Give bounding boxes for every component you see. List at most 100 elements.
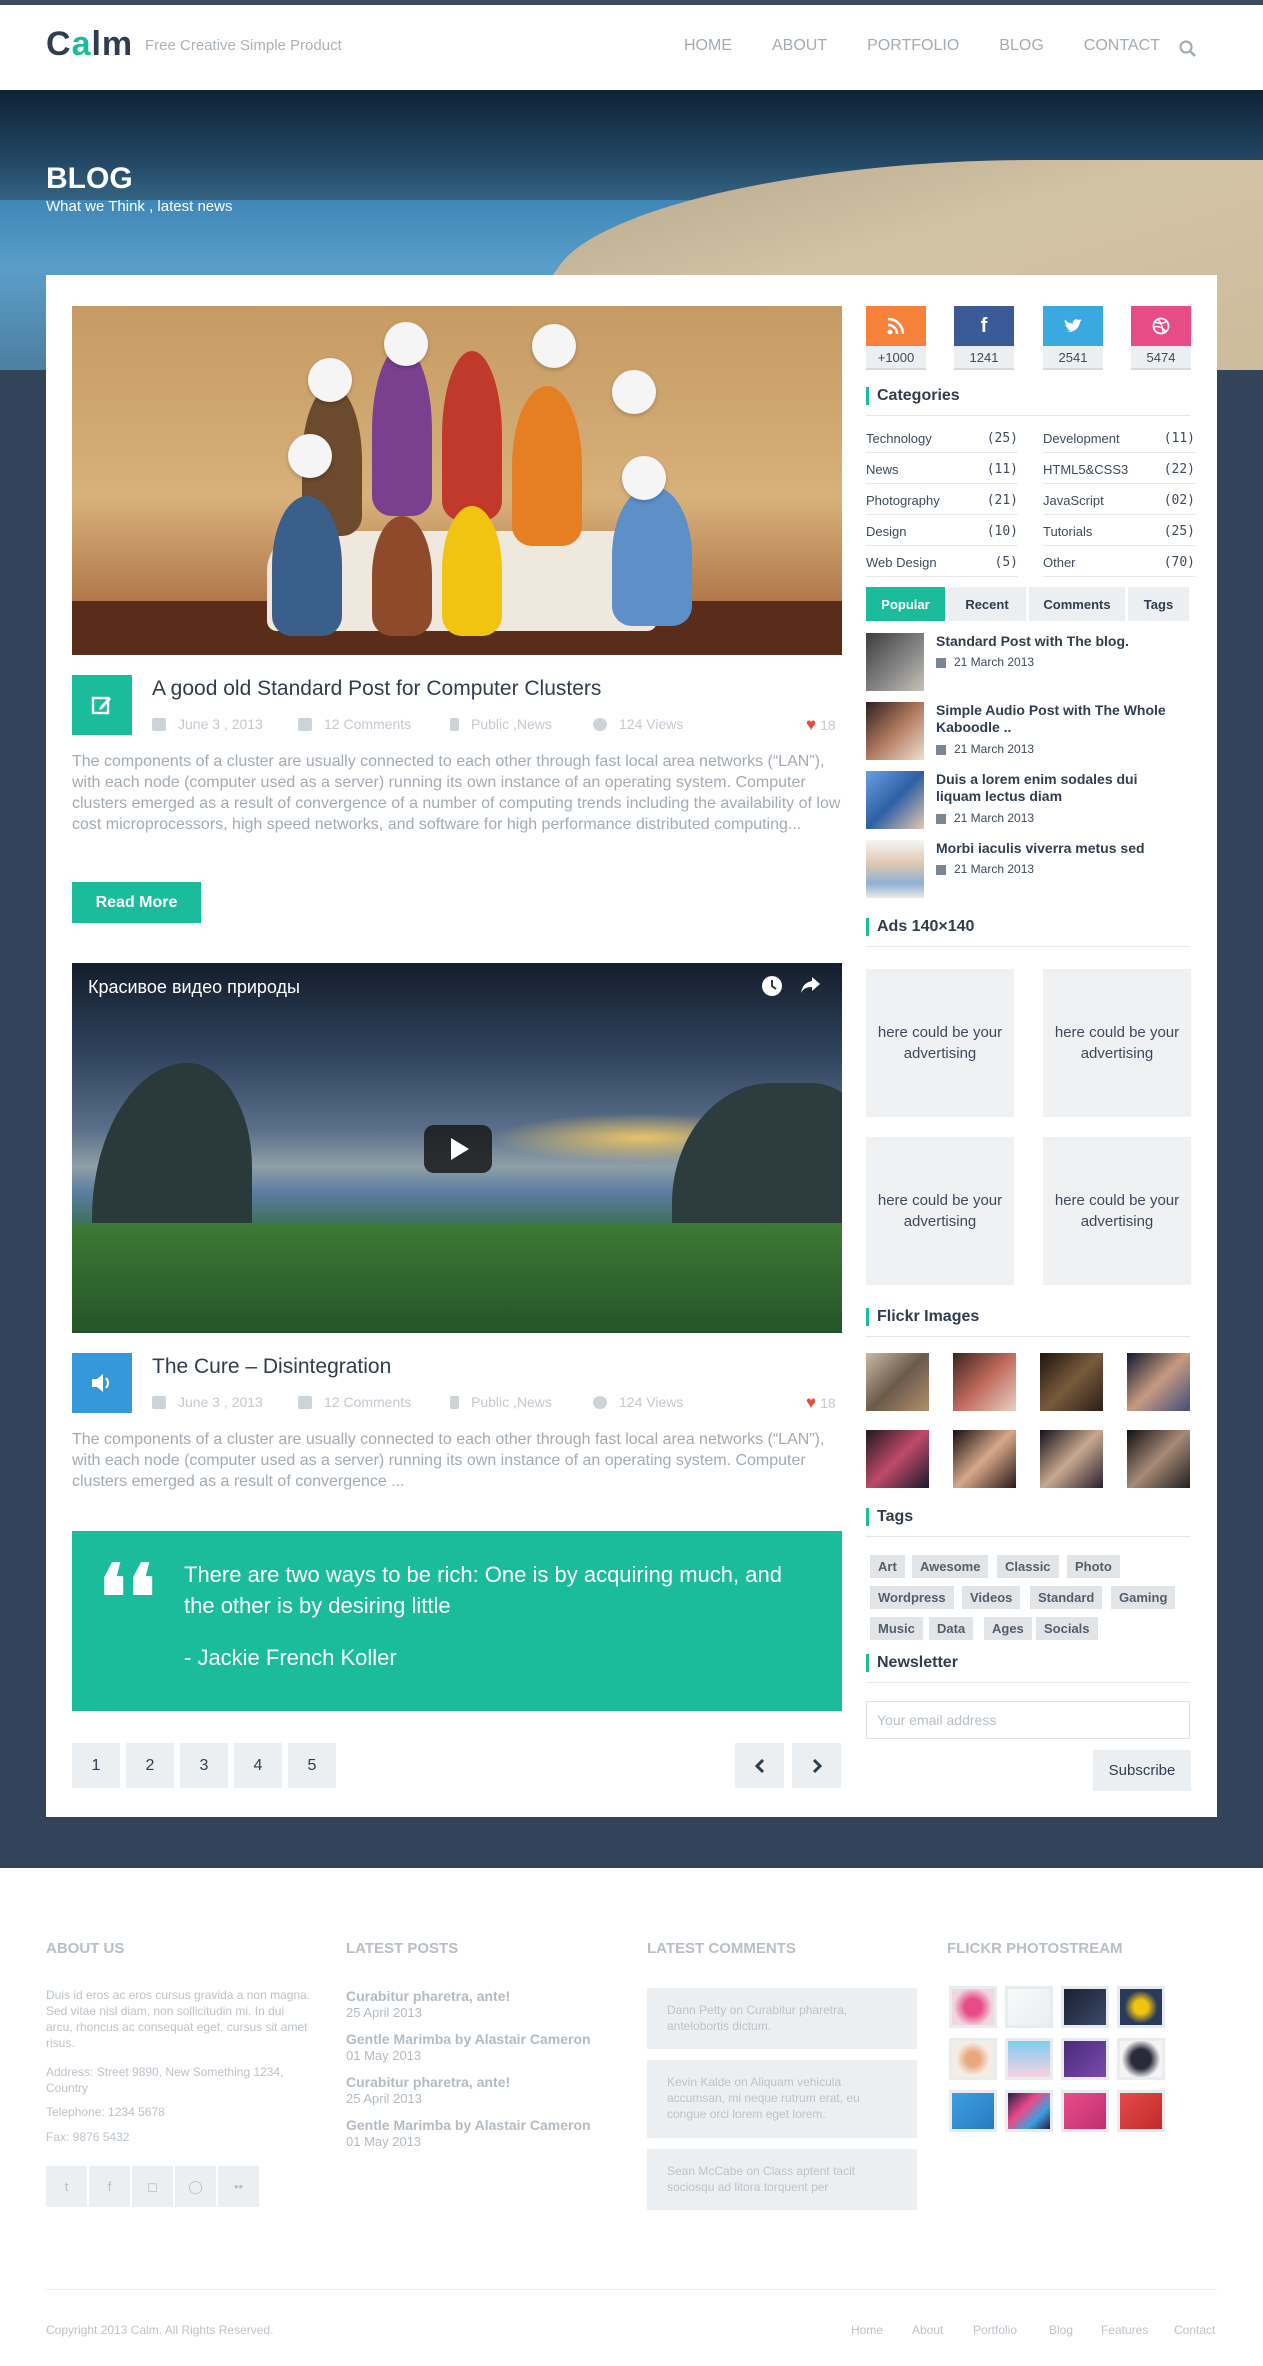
footer-flickr-photo[interactable] — [1061, 2038, 1109, 2080]
footer-comment[interactable]: Dann Petty on Curabitur pharetra, antelo… — [647, 1988, 917, 2049]
nav-home[interactable]: HOME — [684, 37, 732, 55]
post-category[interactable]: Public ,News — [450, 1394, 552, 1410]
post-category[interactable]: Public ,News — [450, 716, 552, 732]
tag-item[interactable]: Photo — [1067, 1555, 1120, 1578]
next-page-button[interactable] — [792, 1743, 841, 1788]
footer-flickr-photo[interactable] — [1117, 2090, 1165, 2132]
flickr-image[interactable] — [953, 1353, 1016, 1411]
flickr-image[interactable] — [953, 1430, 1016, 1488]
nav-blog[interactable]: BLOG — [999, 37, 1043, 55]
post-likes[interactable]: ♥ 18 — [806, 1393, 836, 1413]
post-comments[interactable]: 12 Comments — [298, 716, 411, 732]
ad-slot[interactable]: here could be your advertising — [866, 969, 1014, 1117]
page-3[interactable]: 3 — [180, 1743, 228, 1788]
tab-tags[interactable]: Tags — [1128, 587, 1189, 621]
read-more-button[interactable]: Read More — [72, 882, 201, 923]
newsletter-email-input[interactable]: Your email address — [866, 1701, 1190, 1739]
tag-item[interactable]: Art — [870, 1555, 905, 1578]
tag-item[interactable]: Wordpress — [870, 1586, 954, 1609]
category-item[interactable]: Design (10) — [866, 515, 1018, 546]
footer-flickr-photo[interactable] — [1005, 2038, 1053, 2080]
category-item[interactable]: Photography (21) — [866, 484, 1018, 515]
footer-nav-contact[interactable]: Contact — [1174, 2323, 1215, 2337]
popular-post-title[interactable]: Duis a lorem enim sodales dui liquam lec… — [936, 771, 1186, 805]
ad-slot[interactable]: here could be your advertising — [866, 1137, 1014, 1285]
popular-post-title[interactable]: Standard Post with The blog. — [936, 633, 1186, 650]
footer-flickr-photo[interactable] — [1061, 1986, 1109, 2028]
footer-flickr-photo[interactable] — [1005, 1986, 1053, 2028]
tab-popular[interactable]: Popular — [866, 587, 945, 621]
flickr-image[interactable] — [866, 1430, 929, 1488]
footer-facebook-icon[interactable]: f — [89, 2166, 130, 2207]
footer-nav-home[interactable]: Home — [851, 2323, 883, 2337]
footer-nav-blog[interactable]: Blog — [1049, 2323, 1073, 2337]
social-dribbble[interactable]: 5474 — [1131, 306, 1191, 370]
flickr-image[interactable] — [1127, 1430, 1190, 1488]
nav-portfolio[interactable]: PORTFOLIO — [867, 37, 959, 55]
tag-item[interactable]: Socials — [1036, 1617, 1098, 1640]
tag-item[interactable]: Videos — [962, 1586, 1021, 1609]
social-rss[interactable]: +1000 — [866, 306, 926, 370]
flickr-image[interactable] — [1040, 1430, 1103, 1488]
popular-post-item[interactable]: Simple Audio Post with The Whole Kaboodl… — [866, 702, 1190, 762]
footer-nav-features[interactable]: Features — [1101, 2323, 1148, 2337]
subscribe-button[interactable]: Subscribe — [1093, 1750, 1191, 1791]
video-player[interactable]: Красивое видео природы — [72, 963, 842, 1333]
share-icon[interactable] — [800, 975, 822, 995]
page-5[interactable]: 5 — [288, 1743, 336, 1788]
post-comments[interactable]: 12 Comments — [298, 1394, 411, 1410]
footer-flickr-photo[interactable] — [1117, 1986, 1165, 2028]
footer-flickr-photo[interactable] — [1117, 2038, 1165, 2080]
prev-page-button[interactable] — [735, 1743, 784, 1788]
footer-flickr-icon[interactable]: •• — [218, 2166, 259, 2207]
tab-recent[interactable]: Recent — [948, 587, 1026, 621]
category-item[interactable]: News (11) — [866, 453, 1018, 484]
category-item[interactable]: Web Design (5) — [866, 546, 1018, 577]
nav-contact[interactable]: CONTACT — [1084, 37, 1160, 55]
flickr-image[interactable] — [1040, 1353, 1103, 1411]
ad-slot[interactable]: here could be your advertising — [1043, 1137, 1191, 1285]
tag-item[interactable]: Music — [870, 1617, 923, 1640]
video-title[interactable]: Красивое видео природы — [88, 977, 300, 998]
category-item[interactable]: Development (11) — [1043, 422, 1195, 453]
footer-flickr-photo[interactable] — [949, 2090, 997, 2132]
search-icon[interactable] — [1178, 39, 1198, 59]
footer-post-link[interactable]: Gentle Marimba by Alastair Cameron — [346, 2031, 591, 2047]
footer-post-link[interactable]: Gentle Marimba by Alastair Cameron — [346, 2117, 591, 2133]
footer-whatsapp-icon[interactable]: ◯ — [175, 2166, 216, 2207]
category-item[interactable]: Technology (25) — [866, 422, 1018, 453]
social-twitter[interactable]: 2541 — [1043, 306, 1103, 370]
post-title[interactable]: A good old Standard Post for Computer Cl… — [152, 677, 601, 701]
category-item[interactable]: Other (70) — [1043, 546, 1195, 577]
social-facebook[interactable]: f 1241 — [954, 306, 1014, 370]
footer-post-link[interactable]: Curabitur pharetra, ante! — [346, 2074, 510, 2090]
footer-nav-about[interactable]: About — [912, 2323, 943, 2337]
tag-item[interactable]: Standard — [1030, 1586, 1103, 1609]
category-item[interactable]: JavaScript (02) — [1043, 484, 1195, 515]
flickr-image[interactable] — [1127, 1353, 1190, 1411]
footer-twitter-icon[interactable]: t — [46, 2166, 87, 2207]
popular-post-item[interactable]: Duis a lorem enim sodales dui liquam lec… — [866, 771, 1190, 831]
flickr-image[interactable] — [866, 1353, 929, 1411]
page-4[interactable]: 4 — [234, 1743, 282, 1788]
play-button[interactable] — [424, 1125, 492, 1173]
nav-about[interactable]: ABOUT — [772, 37, 827, 55]
tab-comments[interactable]: Comments — [1029, 587, 1125, 621]
footer-flickr-photo[interactable] — [949, 2038, 997, 2080]
footer-nav-portfolio[interactable]: Portfolio — [973, 2323, 1017, 2337]
watch-later-icon[interactable] — [761, 975, 783, 997]
footer-flickr-photo[interactable] — [1005, 2090, 1053, 2132]
popular-post-title[interactable]: Simple Audio Post with The Whole Kaboodl… — [936, 702, 1186, 736]
post-title[interactable]: The Cure – Disintegration — [152, 1355, 391, 1379]
popular-post-item[interactable]: Morbi iaculis viverra metus sed 21 March… — [866, 840, 1190, 900]
popular-post-title[interactable]: Morbi iaculis viverra metus sed — [936, 840, 1186, 857]
tag-item[interactable]: Awesome — [912, 1555, 989, 1578]
tag-item[interactable]: Classic — [997, 1555, 1059, 1578]
footer-instagram-icon[interactable]: ◻ — [132, 2166, 173, 2207]
ad-slot[interactable]: here could be your advertising — [1043, 969, 1191, 1117]
footer-flickr-photo[interactable] — [1061, 2090, 1109, 2132]
footer-comment[interactable]: Sean McCabe on Class aptent tacit socios… — [647, 2149, 917, 2210]
category-item[interactable]: HTML5&CSS3 (22) — [1043, 453, 1195, 484]
footer-flickr-photo[interactable] — [949, 1986, 997, 2028]
tag-item[interactable]: Gaming — [1111, 1586, 1176, 1609]
